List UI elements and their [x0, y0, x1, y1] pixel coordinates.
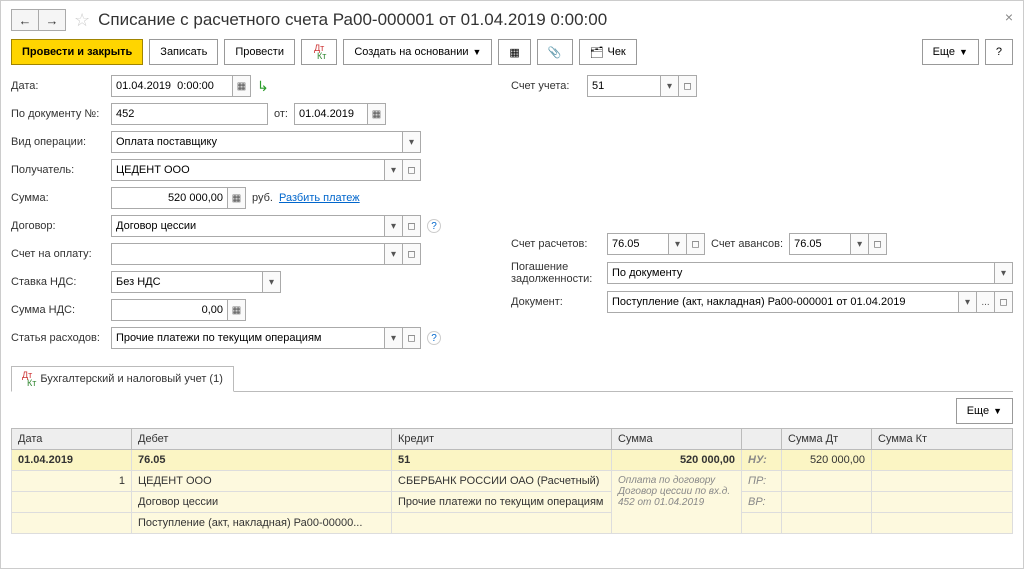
table-row[interactable]: Поступление (акт, накладная) Ра00-00000.…	[12, 513, 1013, 534]
open-icon[interactable]: ◻	[994, 292, 1012, 312]
receiver-field[interactable]: ▾◻	[111, 159, 421, 181]
advance-acc-label: Счет авансов:	[711, 238, 783, 250]
document-field[interactable]: ▾...◻	[607, 291, 1013, 313]
invoice-label: Счет на оплату:	[11, 248, 105, 260]
create-based-button[interactable]: Создать на основании ▼	[343, 39, 492, 65]
dtkt-button[interactable]	[301, 39, 337, 65]
document-label: Документ:	[511, 296, 601, 308]
account-label: Счет учета:	[511, 80, 581, 92]
docnum-label: По документу №:	[11, 108, 105, 120]
col-sum-dt[interactable]: Сумма Дт	[782, 429, 872, 450]
sum-label: Сумма:	[11, 192, 105, 204]
col-date[interactable]: Дата	[12, 429, 132, 450]
save-button[interactable]: Записать	[149, 39, 218, 65]
invoice-field[interactable]: ▾◻	[111, 243, 421, 265]
receiver-label: Получатель:	[11, 164, 105, 176]
check-device-icon	[590, 46, 604, 59]
vat-rate-field[interactable]: ▾	[111, 271, 281, 293]
calendar-icon[interactable]: ▦	[367, 104, 385, 124]
settle-acc-label: Счет расчетов:	[511, 238, 601, 250]
vat-sum-label: Сумма НДС:	[11, 304, 105, 316]
close-icon[interactable]: ×	[1005, 9, 1013, 25]
post-and-close-button[interactable]: Провести и закрыть	[11, 39, 143, 65]
contract-field[interactable]: ▾◻	[111, 215, 421, 237]
entries-table: Дата Дебет Кредит Сумма Сумма Дт Сумма К…	[11, 428, 1013, 534]
open-icon[interactable]: ◻	[678, 76, 696, 96]
more-icon[interactable]: ...	[976, 292, 994, 312]
sum-field[interactable]: ▦	[111, 187, 246, 209]
chevron-down-icon[interactable]: ▾	[958, 292, 976, 312]
attach-button[interactable]	[537, 39, 573, 65]
optype-label: Вид операции:	[11, 136, 105, 148]
printer-icon	[509, 46, 519, 59]
sum-currency: руб.	[252, 192, 273, 204]
print-button[interactable]	[498, 39, 530, 65]
date-field[interactable]: ▦	[111, 75, 251, 97]
status-posted-icon: ↳	[257, 78, 269, 95]
help-button[interactable]: ?	[985, 39, 1013, 65]
open-icon[interactable]: ◻	[402, 244, 420, 264]
calculator-icon[interactable]: ▦	[227, 188, 245, 208]
docnum-from-label: от:	[274, 108, 288, 120]
expense-label: Статья расходов:	[11, 332, 105, 344]
col-credit[interactable]: Кредит	[392, 429, 612, 450]
col-sum-kt[interactable]: Сумма Кт	[872, 429, 1013, 450]
open-icon[interactable]: ◻	[402, 160, 420, 180]
table-row[interactable]: 01.04.2019 76.05 51 520 000,00 НУ: 520 0…	[12, 450, 1013, 471]
calculator-icon[interactable]: ▦	[227, 300, 245, 320]
chevron-down-icon[interactable]: ▾	[850, 234, 868, 254]
debt-field[interactable]: ▾	[607, 262, 1013, 284]
grid-more-button[interactable]: Еще ▼	[956, 398, 1013, 424]
chevron-down-icon[interactable]: ▾	[402, 132, 420, 152]
more-button[interactable]: Еще ▼	[922, 39, 979, 65]
col-sum[interactable]: Сумма	[612, 429, 742, 450]
vat-rate-label: Ставка НДС:	[11, 276, 105, 288]
nav-back-button[interactable]: ←	[11, 9, 39, 31]
post-button[interactable]: Провести	[224, 39, 295, 65]
nav-forward-button[interactable]: →	[38, 9, 66, 31]
advance-acc-field[interactable]: ▾◻	[789, 233, 887, 255]
open-icon[interactable]: ◻	[686, 234, 704, 254]
check-button[interactable]: Чек	[579, 39, 637, 65]
settle-acc-field[interactable]: ▾◻	[607, 233, 705, 255]
table-row[interactable]: Договор цессии Прочие платежи по текущим…	[12, 492, 1013, 513]
docnum-field[interactable]	[111, 103, 268, 125]
open-icon[interactable]: ◻	[868, 234, 886, 254]
tab-accounting[interactable]: Бухгалтерский и налоговый учет (1)	[11, 366, 234, 392]
date-label: Дата:	[11, 80, 105, 92]
vat-sum-field[interactable]: ▦	[111, 299, 246, 321]
docnum-from-field[interactable]: ▦	[294, 103, 386, 125]
paperclip-icon	[548, 46, 562, 59]
calendar-icon[interactable]: ▦	[232, 76, 250, 96]
debt-label: Погашение задолженности:	[511, 261, 601, 285]
chevron-down-icon[interactable]: ▾	[994, 263, 1012, 283]
chevron-down-icon[interactable]: ▾	[660, 76, 678, 96]
open-icon[interactable]: ◻	[402, 328, 420, 348]
table-row[interactable]: 1 ЦЕДЕНТ ООО СБЕРБАНК РОССИИ ОАО (Расчет…	[12, 471, 1013, 492]
help-icon[interactable]: ?	[427, 219, 441, 233]
chevron-down-icon[interactable]: ▾	[668, 234, 686, 254]
col-debit[interactable]: Дебет	[132, 429, 392, 450]
chevron-down-icon[interactable]: ▾	[384, 160, 402, 180]
open-icon[interactable]: ◻	[402, 216, 420, 236]
optype-field[interactable]: ▾	[111, 131, 421, 153]
window-title: Списание с расчетного счета Ра00-000001 …	[98, 10, 607, 30]
contract-label: Договор:	[11, 220, 105, 232]
chevron-down-icon[interactable]: ▾	[384, 244, 402, 264]
favorite-star-icon[interactable]: ☆	[74, 10, 90, 31]
chevron-down-icon[interactable]: ▾	[262, 272, 280, 292]
expense-field[interactable]: ▾◻	[111, 327, 421, 349]
split-payment-link[interactable]: Разбить платеж	[279, 192, 360, 204]
help-icon[interactable]: ?	[427, 331, 441, 345]
chevron-down-icon[interactable]: ▾	[384, 328, 402, 348]
account-field[interactable]: ▾◻	[587, 75, 697, 97]
chevron-down-icon[interactable]: ▾	[384, 216, 402, 236]
